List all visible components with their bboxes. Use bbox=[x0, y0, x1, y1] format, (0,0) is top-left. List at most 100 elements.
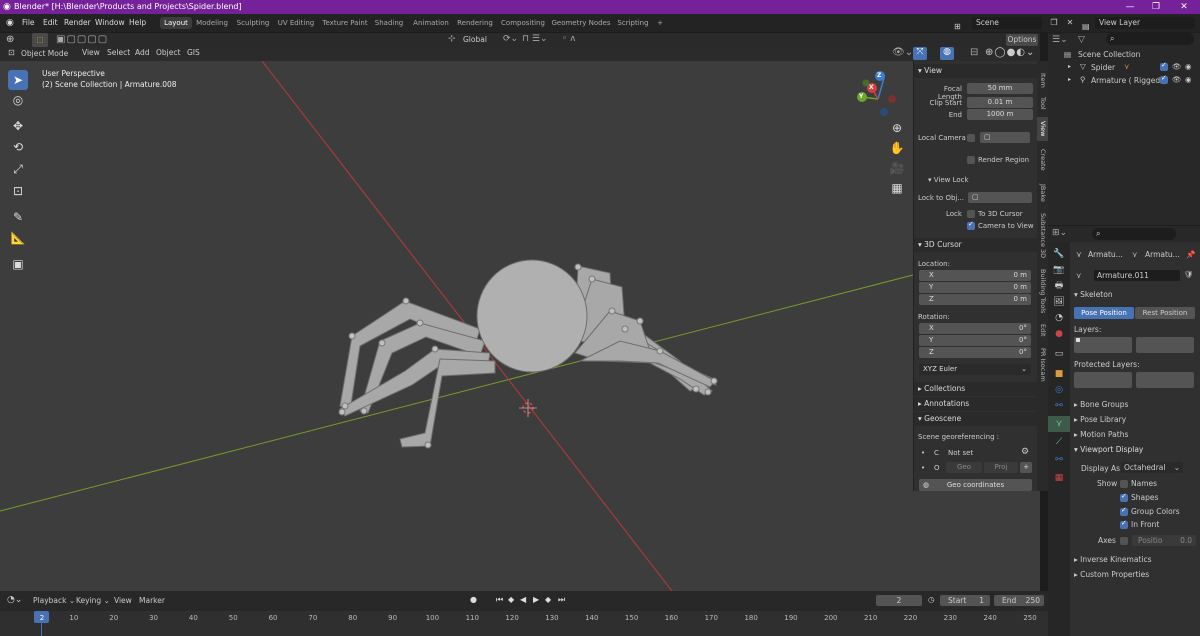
maximize-button[interactable]: ❐ bbox=[1142, 0, 1170, 14]
protected-layers-left[interactable] bbox=[1074, 372, 1132, 388]
rest-position-button[interactable]: Rest Position bbox=[1135, 307, 1195, 319]
play-reverse-icon[interactable]: ◀ bbox=[520, 595, 526, 604]
jump-end-icon[interactable]: ⏭ bbox=[558, 595, 565, 605]
proj-button[interactable]: Proj bbox=[984, 462, 1018, 473]
scene-tab-icon[interactable]: ◔ bbox=[1048, 310, 1070, 326]
properties-search-input[interactable]: ⌕ bbox=[1092, 228, 1176, 240]
motion-paths-header[interactable]: ▸ Motion Paths bbox=[1074, 430, 1128, 439]
filter-icon[interactable]: ▽ bbox=[1078, 35, 1085, 45]
cursor-location-x[interactable]: X0 m bbox=[919, 270, 1031, 281]
scene-selector[interactable]: Scene bbox=[972, 17, 1042, 29]
world-tab-icon[interactable]: ● bbox=[1048, 326, 1070, 342]
snap-icon[interactable]: ⊓ ☰⌄ bbox=[522, 34, 548, 44]
armature-data-tab-icon[interactable]: ⋎ bbox=[1048, 416, 1070, 432]
rotation-mode-dropdown[interactable]: XYZ Euler ⌄ bbox=[919, 364, 1031, 375]
texture-tab-icon[interactable]: ▦ bbox=[1048, 470, 1070, 486]
tab-compositing[interactable]: Compositing bbox=[499, 17, 547, 29]
end-frame-field[interactable]: End 250 bbox=[994, 595, 1044, 606]
copy-scene-icon[interactable]: ❐ bbox=[1048, 17, 1060, 29]
blender-menu-icon[interactable]: ◉ bbox=[6, 14, 14, 32]
display-as-dropdown[interactable]: Octahedral ⌄ bbox=[1121, 462, 1183, 473]
scene-collection-label[interactable]: Scene Collection bbox=[1078, 50, 1140, 59]
cursor-rotation-x[interactable]: X 0° bbox=[919, 323, 1031, 334]
axes-checkbox[interactable] bbox=[1120, 537, 1128, 545]
pivot-icon[interactable]: ⟳⌄ bbox=[503, 34, 518, 44]
tab-layout[interactable]: Layout bbox=[160, 17, 192, 29]
select-mode-icons[interactable]: ▣▢▢▢▢ bbox=[56, 34, 108, 45]
object-tab-icon[interactable]: ■ bbox=[1048, 366, 1070, 382]
annotate-tool-icon[interactable]: ✎ bbox=[8, 207, 28, 227]
tab-view[interactable]: View bbox=[1037, 117, 1048, 141]
names-checkbox[interactable] bbox=[1120, 480, 1128, 488]
tab-tool[interactable]: Tool bbox=[1037, 93, 1048, 113]
camera-view-icon[interactable]: 🎥 bbox=[888, 159, 906, 177]
zoom-icon[interactable]: ⊕ bbox=[888, 119, 906, 137]
layers-grid-right[interactable] bbox=[1136, 337, 1194, 353]
start-frame-field[interactable]: Start 1 bbox=[940, 595, 990, 606]
local-camera-checkbox[interactable] bbox=[967, 134, 975, 142]
play-icon[interactable]: ▶ bbox=[533, 595, 539, 604]
cursor-rotation-z[interactable]: Z 0° bbox=[919, 347, 1031, 358]
jump-start-icon[interactable]: ⏮ bbox=[496, 595, 503, 605]
minimize-button[interactable]: — bbox=[1116, 0, 1144, 14]
render-region-checkbox[interactable] bbox=[967, 156, 975, 164]
tab-uv-editing[interactable]: UV Editing bbox=[276, 17, 316, 29]
tab-shading[interactable]: Shading bbox=[374, 17, 404, 29]
current-frame-field[interactable]: 2 bbox=[876, 595, 922, 606]
cursor-rotation-y[interactable]: Y 0° bbox=[919, 335, 1031, 346]
tab-sculpting[interactable]: Sculpting bbox=[234, 17, 272, 29]
pin-icon[interactable]: 📌 bbox=[1186, 250, 1195, 259]
menu-edit[interactable]: Edit bbox=[43, 14, 58, 32]
move-tool-icon[interactable]: ✥ bbox=[8, 116, 28, 136]
options-dropdown[interactable]: Options bbox=[1006, 34, 1038, 46]
timeline-menu-keying[interactable]: Keying ⌄ bbox=[76, 596, 110, 605]
geo-coordinates-button[interactable]: ◍ Geo coordinates bbox=[919, 479, 1032, 491]
proportional-edit-icon[interactable]: ◦ ʌ bbox=[562, 34, 576, 44]
armature-data-name-field[interactable]: Armature.011 bbox=[1094, 270, 1180, 281]
tool-tab-icon[interactable]: 🔧 bbox=[1048, 246, 1070, 262]
cursor-location-z[interactable]: Z0 m bbox=[919, 294, 1031, 305]
timeline-menu-playback[interactable]: Playback ⌄ bbox=[33, 596, 75, 605]
timeline-editor-icon[interactable]: ◔⌄ bbox=[7, 595, 22, 605]
gizmo-toggle-icon[interactable]: ⤧ bbox=[913, 47, 927, 60]
mode-selector[interactable]: Object Mode bbox=[21, 48, 73, 60]
tab-rendering[interactable]: Rendering bbox=[455, 17, 495, 29]
protected-layers-right[interactable] bbox=[1136, 372, 1194, 388]
viewport-menu-select[interactable]: Select bbox=[107, 48, 130, 57]
view-layer-tab-icon[interactable]: 🖼 bbox=[1048, 294, 1070, 310]
tab-edit[interactable]: Edit bbox=[1037, 321, 1048, 339]
viewport-menu-add[interactable]: Add bbox=[135, 48, 150, 57]
spider-visibility-eye-icon[interactable]: 👁 bbox=[1172, 62, 1182, 71]
inverse-kinematics-header[interactable]: ▸ Inverse Kinematics bbox=[1074, 555, 1152, 564]
timeline-menu-marker[interactable]: Marker bbox=[139, 596, 165, 605]
physics-tab-icon[interactable]: ◎ bbox=[1048, 382, 1070, 398]
outliner-item-armature[interactable]: Armature ( Rigged ) bbox=[1091, 76, 1165, 85]
tab-geometry-nodes[interactable]: Geometry Nodes bbox=[551, 17, 611, 29]
tab-texture-paint[interactable]: Texture Paint bbox=[320, 17, 370, 29]
properties-editor-icon[interactable]: ⊞⌄ bbox=[1052, 228, 1067, 238]
collection-tab-icon[interactable]: ▭ bbox=[1048, 346, 1070, 362]
shading-mode-icons[interactable]: ⊕◯●◐⌄ bbox=[985, 47, 1035, 58]
view-lock-header[interactable]: ▾ View Lock bbox=[928, 176, 969, 184]
shapes-checkbox[interactable] bbox=[1120, 492, 1128, 502]
tab-scripting[interactable]: Scripting bbox=[615, 17, 651, 29]
expand-spider-icon[interactable]: ▸ bbox=[1068, 63, 1071, 70]
c-radio-icon[interactable]: • bbox=[921, 449, 925, 457]
timeline-menu-view[interactable]: View bbox=[114, 596, 132, 605]
geo-settings-gear-icon[interactable]: ⚙ bbox=[1021, 447, 1029, 457]
outliner-editor-icon[interactable]: ☰⌄ bbox=[1052, 35, 1068, 45]
tab-item[interactable]: Item bbox=[1037, 69, 1048, 91]
prev-keyframe-icon[interactable]: ◆ bbox=[508, 595, 514, 604]
record-icon[interactable]: ● bbox=[470, 595, 477, 604]
layers-grid-left[interactable] bbox=[1074, 337, 1132, 353]
3d-viewport[interactable]: Z Y X User Perspective (2) Scene Collect… bbox=[0, 61, 1040, 591]
add-proj-button[interactable]: + bbox=[1020, 462, 1032, 473]
outliner-search-input[interactable]: ⌕ bbox=[1106, 33, 1194, 45]
lock-to-object-field[interactable]: ▢ bbox=[968, 192, 1032, 203]
menu-file[interactable]: File bbox=[22, 14, 35, 32]
camera-to-view-checkbox[interactable] bbox=[967, 220, 975, 230]
tab-substance-3d[interactable]: Substance 3D bbox=[1037, 211, 1048, 261]
editor-type-icon[interactable]: ⊕ bbox=[6, 34, 14, 45]
tab-animation[interactable]: Animation bbox=[410, 17, 452, 29]
local-camera-field[interactable]: ▢ bbox=[980, 132, 1030, 143]
